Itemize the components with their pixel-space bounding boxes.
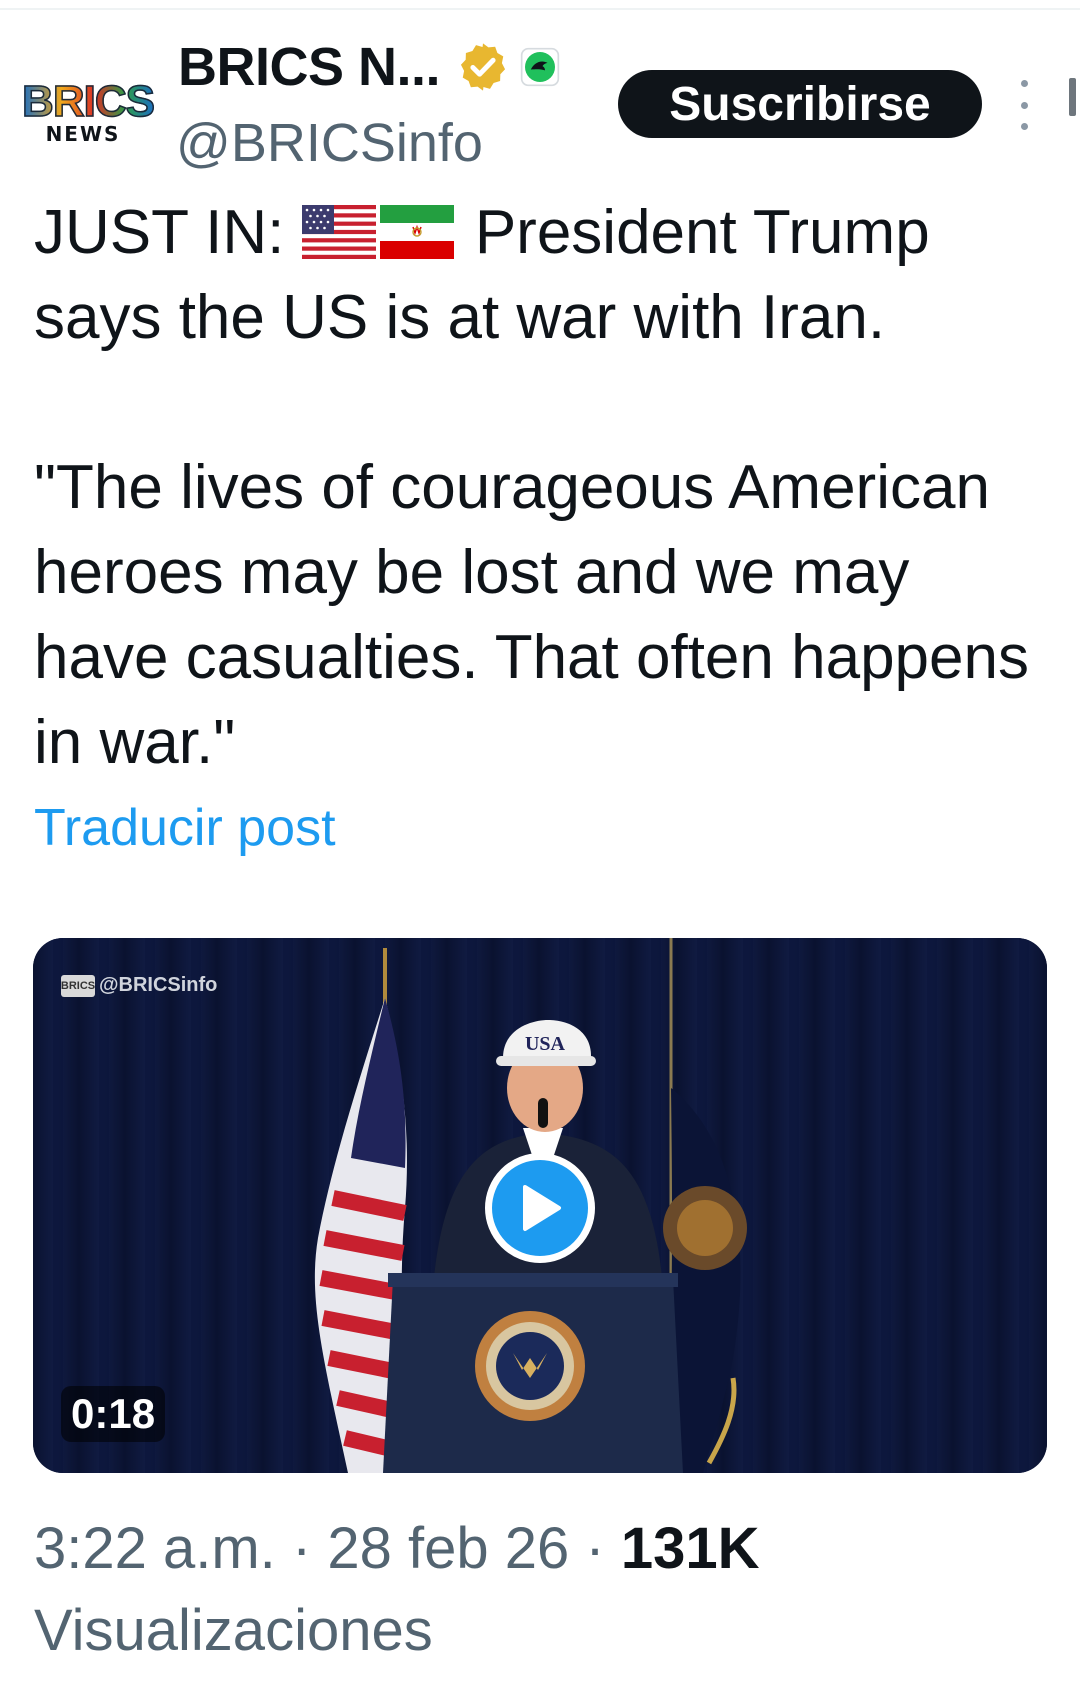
translate-post-link[interactable]: Traducir post [34,798,336,858]
name-row: BRICS N... [178,36,560,98]
dot [1020,123,1028,130]
handle[interactable]: @BRICSinfo [176,112,483,174]
views-label[interactable]: Visualizaciones [34,1597,433,1664]
top-divider [0,8,1080,10]
video-duration: 0:18 [61,1386,166,1442]
post-quote: "The lives of courageous American heroes… [34,453,1029,777]
us-flag-icon [301,205,376,259]
post-date[interactable]: 28 feb 26 [327,1516,569,1581]
video-watermark: BRICS @BRICSinfo [61,974,217,997]
verified-badge-icon[interactable] [456,40,510,94]
meta-separator: · [585,1516,605,1581]
subscribe-button[interactable]: Suscribirse [618,70,982,138]
post-prefix: JUST IN: [34,198,285,267]
play-icon [523,1185,561,1231]
avatar-logo-subtext: NEWS [45,122,121,146]
views-count[interactable]: 131K [621,1516,760,1581]
play-button[interactable] [485,1153,595,1263]
green-bird-icon[interactable] [520,47,560,87]
avatar-logo-text: BRICS [21,77,155,126]
post-header: BRICS NEWS BRICS N... @BRICSinfo Suscrib… [0,20,1080,173]
avatar[interactable]: BRICS NEWS [21,68,155,158]
scroll-indicator [1069,78,1076,116]
cap-text: USA [525,1033,566,1055]
more-options-icon[interactable] [1012,80,1036,130]
dot [1020,101,1028,109]
post-text: JUST IN: President Trump says the US is … [34,190,1054,785]
dot [1020,80,1028,87]
post-meta: 3:22 a.m. · 28 feb 26 · 131K [34,1515,760,1582]
iran-flag-icon [379,205,454,259]
watermark-handle: @BRICSinfo [99,974,218,996]
display-name[interactable]: BRICS N... [178,36,441,98]
video-player[interactable]: USA BRICS @BRICSinfo 0:18 [33,938,1047,1473]
post-time[interactable]: 3:22 a.m. [34,1516,276,1581]
watermark-logo: BRICS [61,974,95,997]
meta-separator: · [291,1516,312,1581]
post-paragraph-1: JUST IN: President Trump says the US is … [34,190,1054,360]
